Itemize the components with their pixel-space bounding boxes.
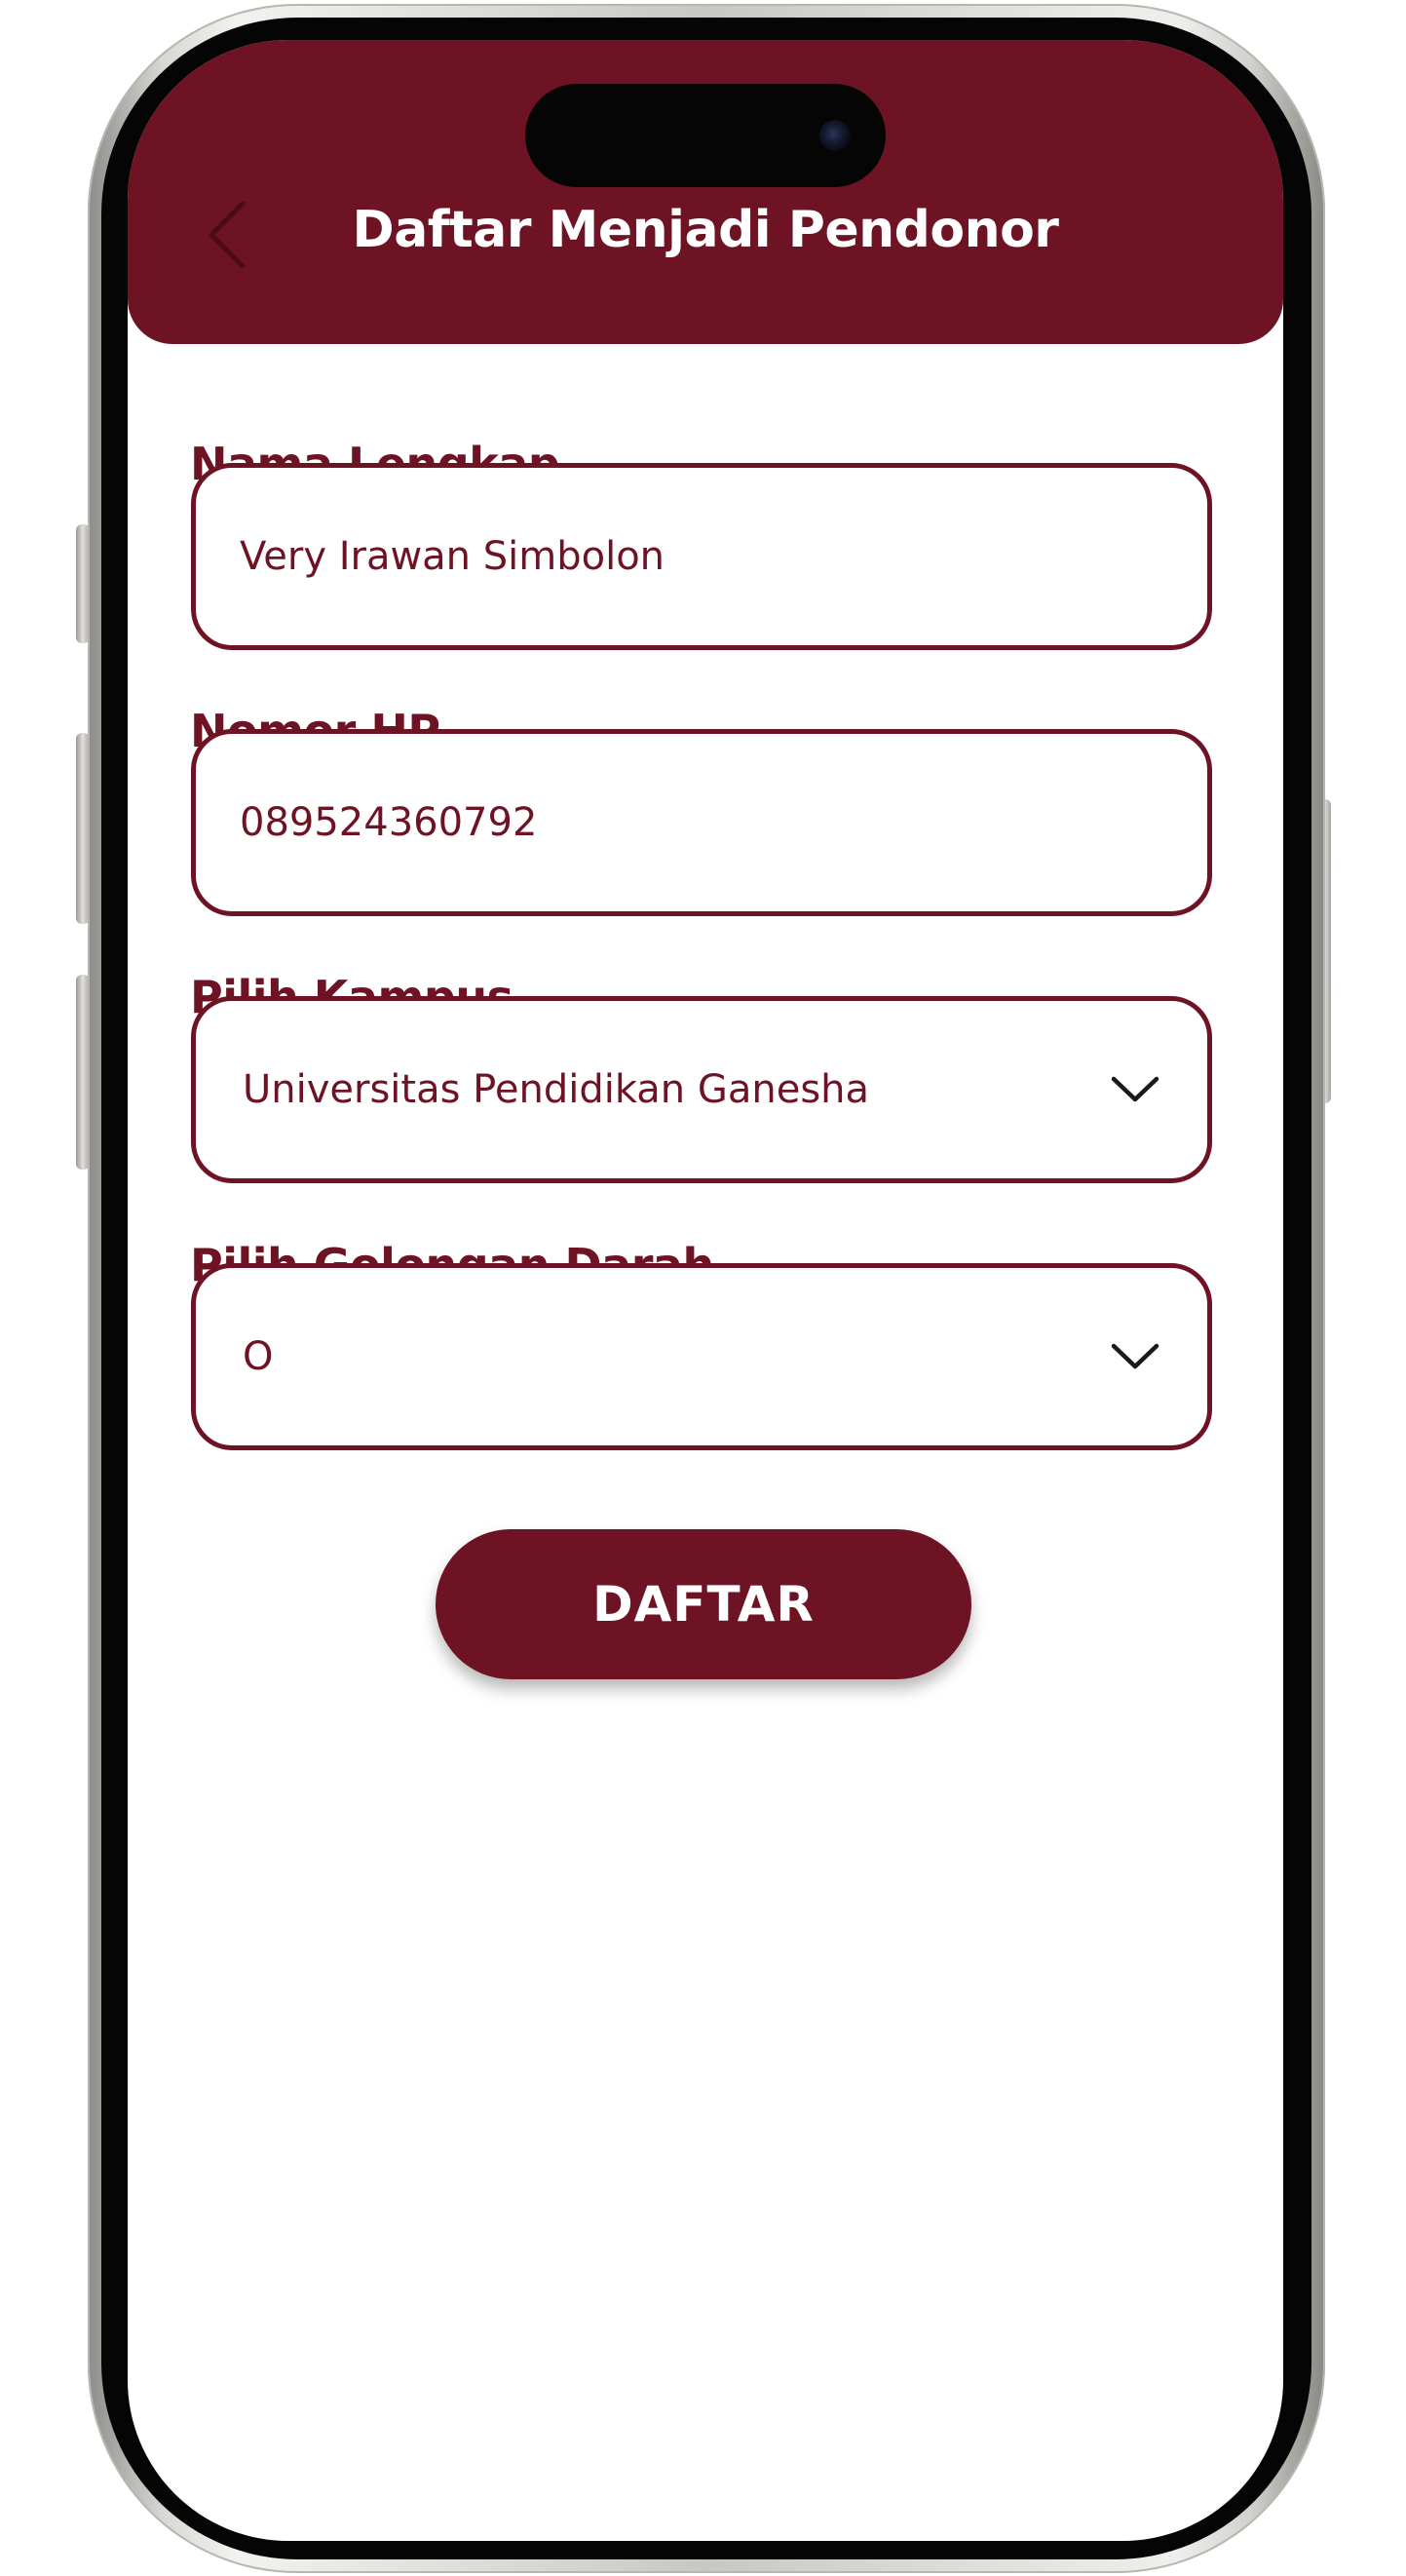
blood-type-value: O xyxy=(243,1334,274,1379)
campus-select[interactable]: Universitas Pendidikan Ganesha xyxy=(191,996,1212,1183)
page-title: Daftar Menjadi Pendonor xyxy=(352,201,1059,259)
chevron-down-icon xyxy=(1111,1076,1159,1102)
app-stage: Daftar Menjadi Pendonor Nama Lengkap Ver… xyxy=(0,0,1406,2576)
chevron-down-icon xyxy=(1111,1343,1159,1369)
full-name-input[interactable]: Very Irawan Simbolon xyxy=(191,463,1212,650)
dynamic-island xyxy=(525,84,886,187)
phone-number-value: 089524360792 xyxy=(240,800,538,845)
front-camera xyxy=(819,120,851,151)
register-button[interactable]: DAFTAR xyxy=(436,1529,971,1679)
app-screen: Daftar Menjadi Pendonor Nama Lengkap Ver… xyxy=(128,40,1283,2541)
full-name-value: Very Irawan Simbolon xyxy=(240,534,665,579)
phone-number-input[interactable]: 089524360792 xyxy=(191,729,1212,916)
blood-type-select[interactable]: O xyxy=(191,1263,1212,1450)
campus-value: Universitas Pendidikan Ganesha xyxy=(243,1067,870,1112)
